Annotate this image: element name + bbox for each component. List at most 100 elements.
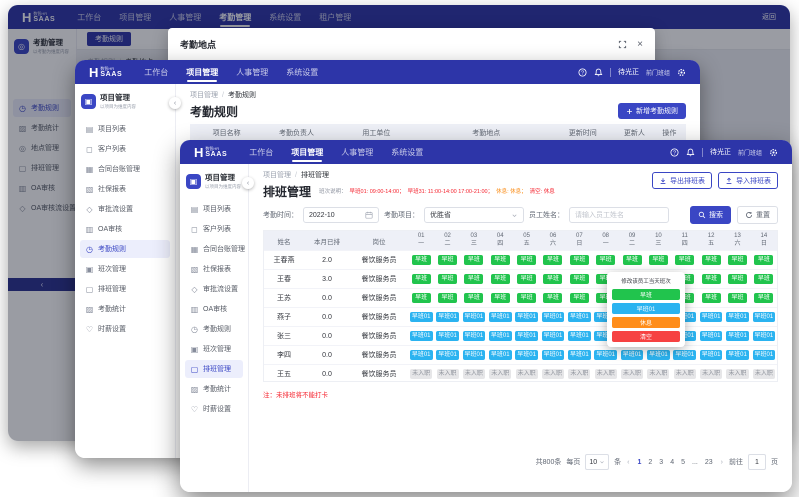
shift-badge[interactable]: 早班 [464, 255, 483, 266]
shift-badge[interactable]: 早班01 [726, 312, 749, 323]
sidebar-item[interactable]: ▢排班管理 [80, 280, 170, 298]
breadcrumb-root[interactable]: 项目管理 [263, 170, 291, 180]
shift-badge[interactable]: 早班01 [700, 312, 723, 323]
shift-badge[interactable]: 早班 [517, 255, 536, 266]
sidebar-item[interactable]: ▦合同台账管理 [80, 160, 170, 178]
page-number[interactable]: 5 [679, 459, 687, 466]
shift-badge[interactable]: 早班 [412, 293, 431, 304]
shift-option[interactable]: 清空 [612, 331, 680, 342]
shift-badge[interactable]: 早班 [464, 293, 483, 304]
attendance-month-picker[interactable]: 2022-10 [303, 207, 379, 223]
close-icon[interactable]: × [637, 40, 643, 50]
shift-badge[interactable]: 未入职 [647, 369, 669, 380]
shift-badge[interactable]: 早班01 [647, 350, 670, 361]
shift-badge[interactable]: 早班01 [753, 312, 776, 323]
shift-badge[interactable]: 早班01 [489, 312, 512, 323]
shift-badge[interactable]: 早班 [543, 293, 562, 304]
shift-badge[interactable]: 早班 [728, 274, 747, 285]
shift-badge[interactable]: 早班01 [542, 350, 565, 361]
shift-badge[interactable]: 早班 [517, 293, 536, 304]
shift-badge[interactable]: 早班01 [726, 331, 749, 342]
shift-badge[interactable]: 早班01 [463, 312, 486, 323]
shift-badge[interactable]: 早班 [702, 293, 721, 304]
shift-badge[interactable]: 未入职 [437, 369, 459, 380]
shift-badge[interactable]: 早班01 [700, 331, 723, 342]
page-number[interactable]: 3 [657, 459, 665, 466]
page-number[interactable]: 23 [703, 459, 715, 466]
shift-badge[interactable]: 早班 [491, 255, 510, 266]
page-number[interactable]: ... [690, 459, 700, 466]
sidebar-item[interactable]: ◇审批流设置 [80, 200, 170, 218]
page-number[interactable]: 1 [635, 459, 643, 466]
shift-badge[interactable]: 早班01 [568, 312, 591, 323]
sidebar-item[interactable]: ◷考勤规则 [185, 320, 243, 338]
nav-item[interactable]: 项目管理 [186, 60, 218, 84]
shift-badge[interactable]: 早班 [728, 255, 747, 266]
shift-badge[interactable]: 早班 [702, 255, 721, 266]
shift-badge[interactable]: 早班 [517, 274, 536, 285]
shift-badge[interactable]: 未入职 [542, 369, 564, 380]
shift-badge[interactable]: 早班01 [515, 312, 538, 323]
shift-badge[interactable]: 未入职 [463, 369, 485, 380]
shift-badge[interactable]: 早班 [649, 255, 668, 266]
shift-badge[interactable]: 未入职 [700, 369, 722, 380]
sidebar-item[interactable]: ◷考勤规则 [80, 240, 170, 258]
next-page-button[interactable]: › [720, 459, 724, 466]
employee-name-input[interactable] [569, 207, 669, 223]
shift-badge[interactable]: 早班01 [436, 312, 459, 323]
shift-badge[interactable]: 早班01 [410, 312, 433, 323]
shift-option[interactable]: 休息 [612, 317, 680, 328]
sidebar-item[interactable]: ▨考勤统计 [80, 300, 170, 318]
nav-item[interactable]: 工作台 [144, 60, 168, 84]
shift-badge[interactable]: 早班 [754, 255, 773, 266]
shift-badge[interactable]: 早班 [754, 274, 773, 285]
shift-badge[interactable]: 早班 [491, 274, 510, 285]
gear-icon[interactable] [769, 148, 778, 157]
shift-badge[interactable]: 未入职 [674, 369, 696, 380]
shift-badge[interactable]: 早班 [438, 255, 457, 266]
nav-item[interactable]: 工作台 [249, 140, 273, 164]
sidebar-item[interactable]: ▥OA审核 [185, 300, 243, 318]
shift-badge[interactable]: 早班 [596, 255, 615, 266]
sidebar-item[interactable]: ◇审批流设置 [185, 280, 243, 298]
shift-badge[interactable]: 早班01 [515, 350, 538, 361]
shift-badge[interactable]: 早班01 [568, 331, 591, 342]
sidebar-item[interactable]: ◻客户列表 [80, 140, 170, 158]
shift-badge[interactable]: 早班 [543, 255, 562, 266]
prev-page-button[interactable]: ‹ [626, 459, 630, 466]
shift-badge[interactable]: 早班01 [463, 331, 486, 342]
sidebar-item[interactable]: ♡时薪设置 [185, 400, 243, 418]
page-number[interactable]: 2 [646, 459, 654, 466]
shift-badge[interactable]: 早班 [464, 274, 483, 285]
sidebar-collapse-button[interactable]: ‹ [169, 97, 181, 109]
import-schedule-button[interactable]: 导入排班表 [718, 172, 778, 189]
gear-icon[interactable] [677, 68, 686, 77]
shift-badge[interactable]: 早班 [412, 255, 431, 266]
reset-button[interactable]: 重置 [737, 206, 778, 224]
shift-badge[interactable]: 早班 [675, 255, 694, 266]
shift-badge[interactable]: 早班01 [673, 350, 696, 361]
sidebar-item[interactable]: ▣班次管理 [80, 260, 170, 278]
shift-badge[interactable]: 早班01 [436, 350, 459, 361]
sidebar-item[interactable]: ▤项目列表 [185, 200, 243, 218]
shift-badge[interactable]: 未入职 [410, 369, 432, 380]
page-number[interactable]: 4 [668, 459, 676, 466]
help-icon[interactable]: ? [578, 68, 587, 77]
goto-page-input[interactable]: 1 [748, 454, 766, 470]
shift-badge[interactable]: 早班01 [753, 350, 776, 361]
sidebar-item[interactable]: ▨考勤统计 [185, 380, 243, 398]
shift-badge[interactable]: 未入职 [489, 369, 511, 380]
shift-badge[interactable]: 早班 [543, 274, 562, 285]
shift-badge[interactable]: 早班 [438, 274, 457, 285]
shift-option[interactable]: 早班 [612, 289, 680, 300]
shift-badge[interactable]: 早班 [728, 293, 747, 304]
sidebar-item[interactable]: ▧社保报表 [80, 180, 170, 198]
shift-badge[interactable]: 未入职 [726, 369, 748, 380]
shift-badge[interactable]: 早班01 [489, 331, 512, 342]
sidebar-collapse-button[interactable]: ‹ [242, 177, 254, 189]
shift-badge[interactable]: 早班01 [410, 350, 433, 361]
sidebar-item[interactable]: ▤项目列表 [80, 120, 170, 138]
sidebar-item[interactable]: ▧社保报表 [185, 260, 243, 278]
shift-badge[interactable]: 早班01 [753, 331, 776, 342]
user-name[interactable]: 待光正 [710, 147, 731, 157]
